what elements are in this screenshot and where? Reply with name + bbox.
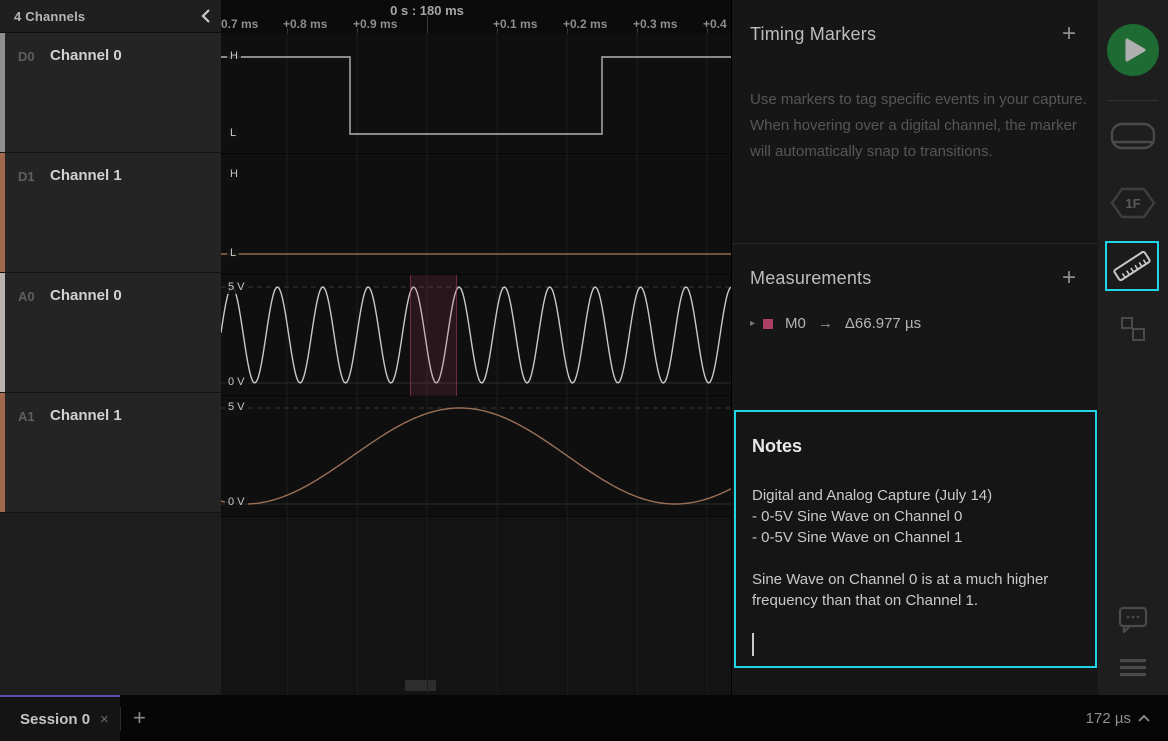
session-bar: Session 0 × + 172 µs [0,695,1168,741]
level-low-label: L [227,247,239,260]
analog-lane-a0[interactable]: 5 V 0 V [221,275,731,396]
channel-id: A1 [18,409,35,424]
timeline-tick: 0.7 ms [221,17,258,31]
device-icon [1110,122,1156,154]
session-tab-label: Session 0 [20,711,90,728]
add-session-button[interactable]: + [133,695,146,741]
horizontal-scrollbar[interactable] [405,680,436,691]
timeline-tick: +0.8 ms [283,17,327,31]
channel-name[interactable]: Channel 0 [50,287,122,304]
digital-lane-d1[interactable]: H L [221,154,731,275]
feedback-button[interactable] [1118,606,1148,634]
close-session-icon[interactable]: × [100,711,109,728]
empty-capture-area [221,517,731,695]
toolbar-divider [1108,100,1158,101]
channel-id: D1 [18,169,35,184]
level-low-label: L [227,127,239,140]
arrow-right-icon: → [818,315,833,332]
channel-color-strip [0,33,5,152]
measurement-value: Δ66.977 µs [845,315,921,332]
waveform-area[interactable]: 0 s : 180 ms 0.7 ms +0.8 ms +0.9 ms +0.1… [221,0,731,695]
channel-row-d0[interactable]: D0 Channel 0 [0,33,221,153]
timeline-tick: +0.2 ms [563,17,607,31]
channel-row-a0[interactable]: A0 Channel 0 [0,273,221,393]
tab-divider [120,707,121,731]
collapse-sidebar-icon[interactable] [201,9,211,23]
voltage-low-label: 0 V [225,376,248,389]
timeline-tick: +0.3 ms [633,17,677,31]
channels-sidebar: 4 Channels D0 Channel 0 D1 Channel 1 A0 … [0,0,221,695]
notes-editor[interactable]: Digital and Analog Capture (July 14) - 0… [752,485,1074,611]
timeline-tick: +0.1 ms [493,17,537,31]
channels-header: 4 Channels [0,0,221,33]
level-high-label: H [227,168,241,181]
session-tab[interactable]: Session 0 × [0,695,120,741]
expand-icon[interactable]: ▸ [750,318,755,329]
channel-color-strip [0,273,5,392]
channels-count-label: 4 Channels [14,9,85,24]
start-capture-button[interactable] [1107,24,1159,76]
channel-color-strip [0,393,5,512]
measurement-name: M0 [785,315,806,332]
text-cursor [752,633,754,656]
channel-name[interactable]: Channel 1 [50,407,122,424]
capture-duration-control[interactable]: 172 µs [1086,695,1150,741]
voltage-high-label: 5 V [225,281,248,294]
channel-id: A0 [18,289,35,304]
side-panel: Timing Markers + Use markers to tag spec… [731,0,1098,695]
logic-analyzer-app: 4 Channels D0 Channel 0 D1 Channel 1 A0 … [0,0,1168,741]
level-high-label: H [227,50,241,63]
waveform-lanes: H L H L 5 V 0 V 5 V 0 V [221,33,731,517]
analog-lane-a1[interactable]: 5 V 0 V [221,396,731,517]
digital-lane-d0[interactable]: H L [221,33,731,154]
timing-markers-description: Use markers to tag specific events in yo… [750,87,1090,165]
channel-id: D0 [18,49,35,64]
menu-icon [1119,658,1147,678]
ruler-icon [1110,247,1154,285]
hex-1f-icon: 1F [1110,187,1156,219]
channel-name[interactable]: Channel 0 [50,47,122,64]
voltage-high-label: 5 V [225,401,248,414]
add-timing-marker-button[interactable]: + [1062,24,1076,44]
right-toolbar: 1F [1098,0,1168,695]
add-measurement-button[interactable]: + [1062,268,1076,288]
measurements-section: Measurements + ▸ M0 → Δ66.977 µs [732,244,1098,332]
analyzers-button[interactable]: 1F [1110,187,1156,219]
main-menu-button[interactable] [1119,658,1147,678]
svg-text:1F: 1F [1125,196,1140,211]
timing-markers-title: Timing Markers [750,24,876,45]
capture-duration-value: 172 µs [1086,710,1131,727]
extensions-button[interactable] [1117,315,1149,347]
notes-panel[interactable]: Notes Digital and Analog Capture (July 1… [734,410,1097,668]
channel-color-strip [0,153,5,272]
channel-name[interactable]: Channel 1 [50,167,122,184]
timeline-ruler[interactable]: 0 s : 180 ms 0.7 ms +0.8 ms +0.9 ms +0.1… [221,0,731,33]
measurements-title: Measurements [750,268,871,289]
device-settings-button[interactable] [1110,122,1156,154]
measurements-tool-button[interactable] [1105,241,1159,291]
play-icon [1107,24,1159,76]
voltage-low-label: 0 V [225,496,248,509]
chevron-up-icon [1138,715,1150,722]
channel-row-a1[interactable]: A1 Channel 1 [0,393,221,513]
channel-row-d1[interactable]: D1 Channel 1 [0,153,221,273]
chat-bubble-icon [1118,606,1148,634]
measurement-region-m0[interactable] [410,275,457,396]
timeline-tick: +0.9 ms [353,17,397,31]
layout-blocks-icon [1117,315,1149,347]
measurement-row-m0[interactable]: ▸ M0 → Δ66.977 µs [750,315,1076,332]
notes-title: Notes [752,436,1075,457]
measurement-color-swatch [763,319,773,329]
timing-markers-section: Timing Markers + Use markers to tag spec… [732,0,1098,165]
